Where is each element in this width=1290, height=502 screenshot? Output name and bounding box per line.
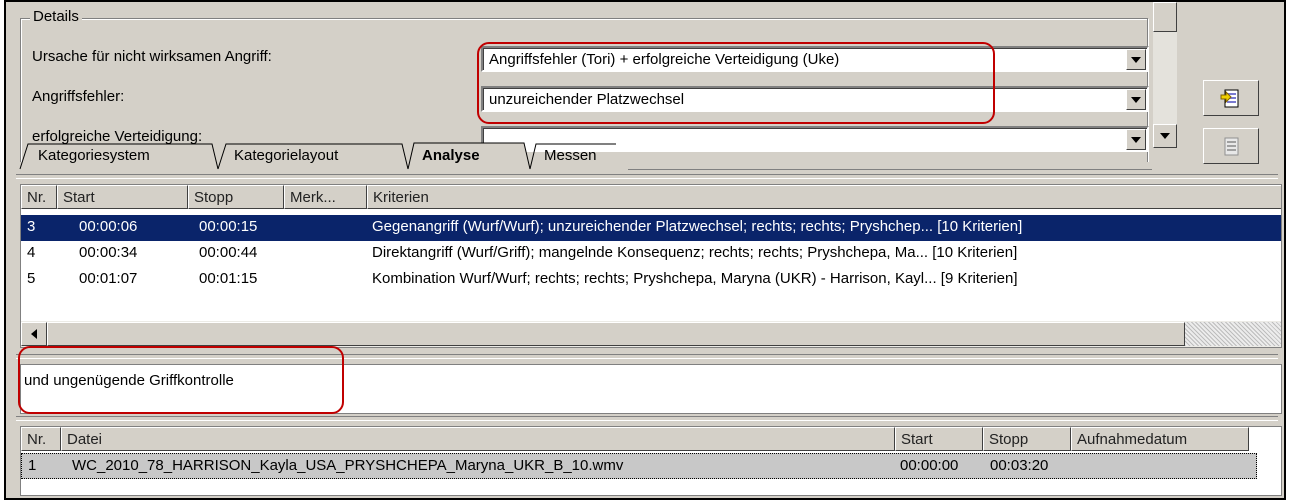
cell-kriterien: Gegenangriff (Wurf/Wurf); unzureichender…	[372, 218, 1023, 235]
chevron-down-icon	[1131, 96, 1141, 103]
details-scrollbar[interactable]	[1153, 2, 1177, 148]
cell-stopp: 00:00:15	[199, 218, 258, 235]
column-header-nr[interactable]: Nr.	[21, 427, 61, 451]
column-header-start[interactable]: Start	[895, 427, 983, 451]
scroll-left-button[interactable]	[21, 322, 47, 346]
cell-nr: 3	[27, 218, 36, 235]
cell-start: 00:01:07	[79, 270, 138, 287]
cell-nr: 1	[28, 457, 37, 474]
criteria-list[interactable]: Nr. Start Stopp Merk... Kriterien 3 00:0…	[20, 184, 1282, 348]
column-header-start[interactable]: Start	[57, 185, 188, 209]
cell-nr: 4	[27, 244, 36, 261]
tab-analyse[interactable]: Analyse	[422, 143, 480, 169]
cell-start: 00:00:00	[900, 457, 959, 474]
tab-kategorielayout[interactable]: Kategorielayout	[234, 143, 338, 169]
splitter-middle[interactable]	[16, 354, 1278, 359]
criteria-horizontal-scrollbar[interactable]	[21, 321, 1281, 347]
cell-stopp: 00:00:44	[199, 244, 258, 261]
attack-error-dropdown-button[interactable]	[1126, 89, 1146, 110]
attack-error-dropdown[interactable]: unzureichender Platzwechsel	[481, 86, 1149, 112]
attack-error-label: Angriffsfehler:	[32, 88, 125, 105]
horizontal-scrollbar-thumb[interactable]	[47, 322, 1185, 346]
tab-baseline	[628, 169, 1152, 170]
attack-error-dropdown-value: unzureichender Platzwechsel	[489, 91, 685, 108]
table-row[interactable]: 4 00:00:34 00:00:44 Direktangriff (Wurf/…	[21, 241, 1281, 267]
cell-start: 00:00:34	[79, 244, 138, 261]
import-document-icon	[1220, 89, 1239, 108]
horizontal-scrollbar-track[interactable]	[1185, 322, 1281, 346]
cause-dropdown-value: Angriffsfehler (Tori) + erfolgreiche Ver…	[489, 51, 840, 68]
table-row[interactable]: 5 00:01:07 00:01:15 Kombination Wurf/Wur…	[21, 267, 1281, 293]
details-group-title: Details	[30, 8, 82, 25]
column-header-stopp[interactable]: Stopp	[983, 427, 1071, 451]
cause-dropdown[interactable]: Angriffsfehler (Tori) + erfolgreiche Ver…	[481, 46, 1149, 72]
column-header-merk[interactable]: Merk...	[284, 185, 367, 209]
details-scrollbar-thumb[interactable]	[1153, 2, 1177, 32]
comment-field[interactable]: und ungenügende Griffkontrolle	[20, 364, 1282, 414]
column-header-datei[interactable]: Datei	[61, 427, 895, 451]
table-row[interactable]: 3 00:00:06 00:00:15 Gegenangriff (Wurf/W…	[21, 215, 1281, 241]
cell-kriterien: Kombination Wurf/Wurf; rechts; rechts; P…	[372, 270, 1018, 287]
column-header-kriterien[interactable]: Kriterien	[367, 185, 1281, 209]
cell-stopp: 00:03:20	[990, 457, 1049, 474]
cell-stopp: 00:01:15	[199, 270, 258, 287]
comment-text: und ungenügende Griffkontrolle	[24, 372, 234, 389]
cause-label: Ursache für nicht wirksamen Angriff:	[32, 48, 272, 65]
export-button[interactable]	[1203, 128, 1259, 164]
splitter-bottom[interactable]	[16, 416, 1278, 421]
splitter-top[interactable]	[16, 174, 1278, 179]
column-header-aufnahmedatum[interactable]: Aufnahmedatum	[1071, 427, 1249, 451]
tab-messen[interactable]: Messen	[544, 143, 597, 169]
analysis-window: Details Ursache für nicht wirksamen Angr…	[4, 0, 1286, 500]
tab-bar: Kategoriesystem Kategorielayout Analyse …	[16, 138, 1166, 172]
table-row[interactable]: 1 WC_2010_78_HARRISON_Kayla_USA_PRYSHCHE…	[21, 453, 1257, 479]
cell-datei: WC_2010_78_HARRISON_Kayla_USA_PRYSHCHEPA…	[72, 457, 624, 474]
cell-nr: 5	[27, 270, 36, 287]
chevron-left-icon	[31, 329, 37, 339]
tab-kategoriesystem[interactable]: Kategoriesystem	[38, 143, 150, 169]
cause-dropdown-button[interactable]	[1126, 49, 1146, 70]
files-list[interactable]: Nr. Datei Start Stopp Aufnahmedatum 1 WC…	[20, 426, 1282, 496]
export-document-icon	[1224, 137, 1239, 156]
cell-start: 00:00:06	[79, 218, 138, 235]
column-header-nr[interactable]: Nr.	[21, 185, 57, 209]
cell-kriterien: Direktangriff (Wurf/Griff); mangelnde Ko…	[372, 244, 1018, 261]
chevron-down-icon	[1131, 56, 1141, 63]
column-header-stopp[interactable]: Stopp	[188, 185, 284, 209]
import-button[interactable]	[1203, 80, 1259, 116]
